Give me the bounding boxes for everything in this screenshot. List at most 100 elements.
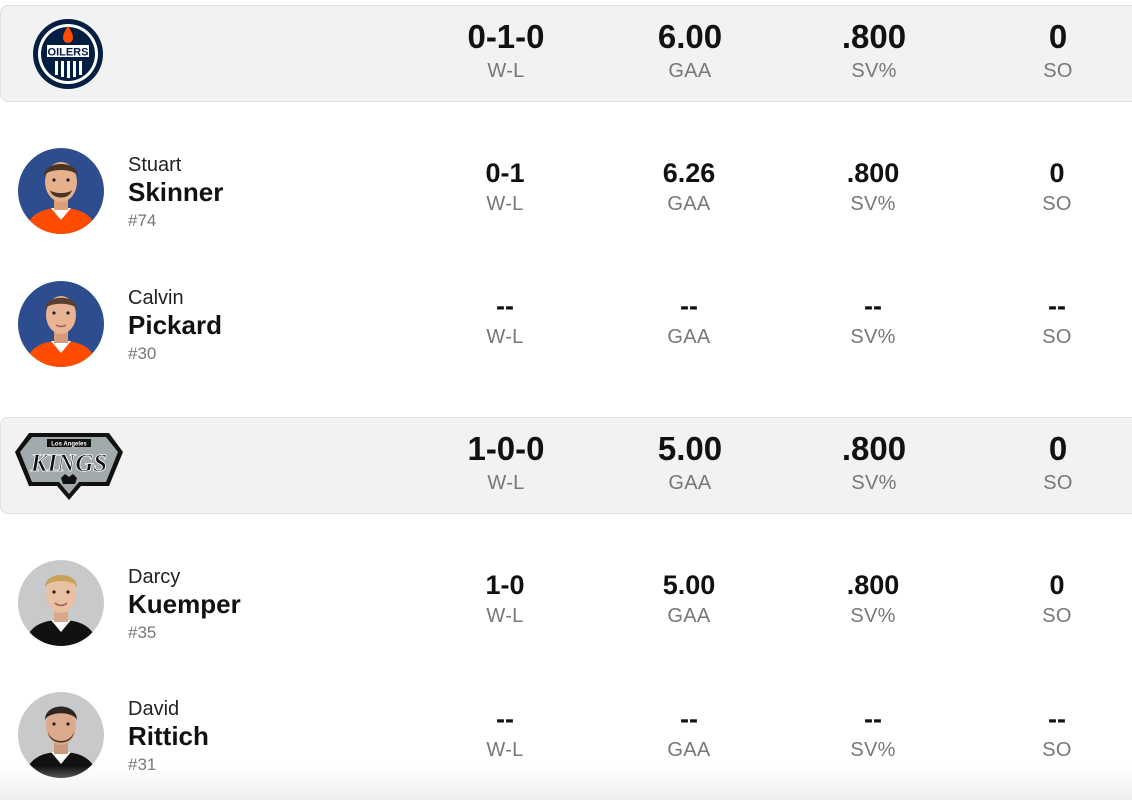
player-name[interactable]: Darcy Kuemper #35 bbox=[128, 565, 241, 645]
team-svp-value: .800 bbox=[841, 430, 907, 467]
player-name[interactable]: David Rittich #31 bbox=[128, 697, 209, 777]
player-number: #74 bbox=[128, 211, 157, 230]
player-so-label: SO bbox=[1042, 326, 1072, 348]
kings-logo-text: KINGS bbox=[30, 450, 107, 477]
player-gaa-stat: -- GAA bbox=[609, 290, 769, 352]
player-avatar[interactable] bbox=[18, 281, 104, 367]
player-row-kuemper[interactable]: Darcy Kuemper #35 1-0 W-L 5.00 GAA .800 … bbox=[0, 553, 1132, 653]
team-wl-stat: 1-0-0 W-L bbox=[426, 430, 586, 498]
player-first-name: David bbox=[128, 698, 180, 720]
player-wl-value: -- bbox=[496, 291, 514, 321]
player-wl-label: W-L bbox=[486, 326, 524, 348]
player-so-value: -- bbox=[1048, 704, 1066, 734]
oilers-logo[interactable]: OILERS bbox=[31, 17, 105, 91]
team-svp-label: SV% bbox=[851, 472, 897, 494]
team-gaa-stat: 6.00 GAA bbox=[610, 18, 770, 86]
team-wl-value: 1-0-0 bbox=[467, 430, 545, 467]
player-svp-stat: .800 SV% bbox=[793, 157, 953, 219]
player-name[interactable]: Calvin Pickard #30 bbox=[128, 286, 222, 366]
team-gaa-value: 5.00 bbox=[657, 430, 723, 467]
player-avatar[interactable] bbox=[18, 560, 104, 646]
team-so-value: 0 bbox=[1048, 18, 1068, 55]
player-last-name: Kuemper bbox=[128, 589, 241, 619]
team-svp-stat: .800 SV% bbox=[794, 430, 954, 498]
bottom-fade bbox=[0, 766, 1132, 800]
player-last-name: Skinner bbox=[128, 177, 224, 207]
player-last-name: Rittich bbox=[128, 721, 209, 751]
team-so-stat: 0 SO bbox=[978, 18, 1132, 86]
team-so-stat: 0 SO bbox=[978, 430, 1132, 498]
player-first-name: Calvin bbox=[128, 287, 184, 309]
team-wl-label: W-L bbox=[487, 472, 525, 494]
player-wl-stat: -- W-L bbox=[425, 703, 585, 765]
player-number: #35 bbox=[128, 623, 157, 642]
player-wl-label: W-L bbox=[486, 193, 524, 215]
player-first-name: Darcy bbox=[128, 566, 181, 588]
player-svp-label: SV% bbox=[850, 739, 896, 761]
team-gaa-stat: 5.00 GAA bbox=[610, 430, 770, 498]
player-wl-value: 1-0 bbox=[485, 570, 525, 600]
player-gaa-label: GAA bbox=[667, 326, 711, 348]
team-svp-value: .800 bbox=[841, 18, 907, 55]
player-svp-value: -- bbox=[864, 291, 882, 321]
kings-logo[interactable]: Los Angeles KINGS bbox=[13, 430, 125, 502]
player-gaa-label: GAA bbox=[667, 605, 711, 627]
team-so-label: SO bbox=[1043, 60, 1073, 82]
player-gaa-stat: -- GAA bbox=[609, 703, 769, 765]
player-svp-stat: -- SV% bbox=[793, 290, 953, 352]
player-wl-value: 0-1 bbox=[485, 158, 525, 188]
team-gaa-label: GAA bbox=[668, 60, 712, 82]
player-svp-stat: -- SV% bbox=[793, 703, 953, 765]
player-svp-stat: .800 SV% bbox=[793, 569, 953, 631]
player-gaa-label: GAA bbox=[667, 739, 711, 761]
player-so-label: SO bbox=[1042, 739, 1072, 761]
team-wl-label: W-L bbox=[487, 60, 525, 82]
player-so-stat: 0 SO bbox=[977, 157, 1132, 219]
player-so-value: -- bbox=[1048, 291, 1066, 321]
team-wl-value: 0-1-0 bbox=[467, 18, 545, 55]
player-gaa-value: 6.26 bbox=[662, 158, 716, 188]
player-wl-value: -- bbox=[496, 704, 514, 734]
team-summary-oilers: OILERS 0-1-0 W-L 6.00 GAA .800 SV% 0 SO bbox=[0, 5, 1132, 102]
player-so-stat: 0 SO bbox=[977, 569, 1132, 631]
team-gaa-value: 6.00 bbox=[657, 18, 723, 55]
player-name[interactable]: Stuart Skinner #74 bbox=[128, 153, 223, 233]
player-so-value: 0 bbox=[1049, 158, 1065, 188]
player-svp-value: -- bbox=[864, 704, 882, 734]
player-so-stat: -- SO bbox=[977, 290, 1132, 352]
player-gaa-value: -- bbox=[680, 291, 698, 321]
player-svp-value: .800 bbox=[846, 570, 900, 600]
player-gaa-value: 5.00 bbox=[662, 570, 716, 600]
player-wl-stat: 0-1 W-L bbox=[425, 157, 585, 219]
player-wl-label: W-L bbox=[486, 605, 524, 627]
team-wl-stat: 0-1-0 W-L bbox=[426, 18, 586, 86]
player-so-label: SO bbox=[1042, 605, 1072, 627]
team-svp-stat: .800 SV% bbox=[794, 18, 954, 86]
player-row-pickard[interactable]: Calvin Pickard #30 -- W-L -- GAA -- SV% … bbox=[0, 274, 1132, 374]
player-so-label: SO bbox=[1042, 193, 1072, 215]
player-svp-value: .800 bbox=[846, 158, 900, 188]
player-wl-stat: 1-0 W-L bbox=[425, 569, 585, 631]
player-last-name: Pickard bbox=[128, 310, 222, 340]
player-gaa-label: GAA bbox=[667, 193, 711, 215]
team-svp-label: SV% bbox=[851, 60, 897, 82]
player-wl-label: W-L bbox=[486, 739, 524, 761]
player-svp-label: SV% bbox=[850, 605, 896, 627]
player-avatar[interactable] bbox=[18, 148, 104, 234]
player-gaa-value: -- bbox=[680, 704, 698, 734]
player-svp-label: SV% bbox=[850, 193, 896, 215]
team-gaa-label: GAA bbox=[668, 472, 712, 494]
oilers-logo-text: OILERS bbox=[48, 47, 89, 59]
player-wl-stat: -- W-L bbox=[425, 290, 585, 352]
player-svp-label: SV% bbox=[850, 326, 896, 348]
player-so-stat: -- SO bbox=[977, 703, 1132, 765]
player-number: #30 bbox=[128, 344, 157, 363]
team-so-label: SO bbox=[1043, 472, 1073, 494]
player-gaa-stat: 6.26 GAA bbox=[609, 157, 769, 219]
player-gaa-stat: 5.00 GAA bbox=[609, 569, 769, 631]
player-first-name: Stuart bbox=[128, 154, 182, 176]
player-row-skinner[interactable]: Stuart Skinner #74 0-1 W-L 6.26 GAA .800… bbox=[0, 141, 1132, 241]
player-so-value: 0 bbox=[1049, 570, 1065, 600]
team-so-value: 0 bbox=[1048, 430, 1068, 467]
kings-logo-subtext: Los Angeles bbox=[51, 442, 87, 448]
